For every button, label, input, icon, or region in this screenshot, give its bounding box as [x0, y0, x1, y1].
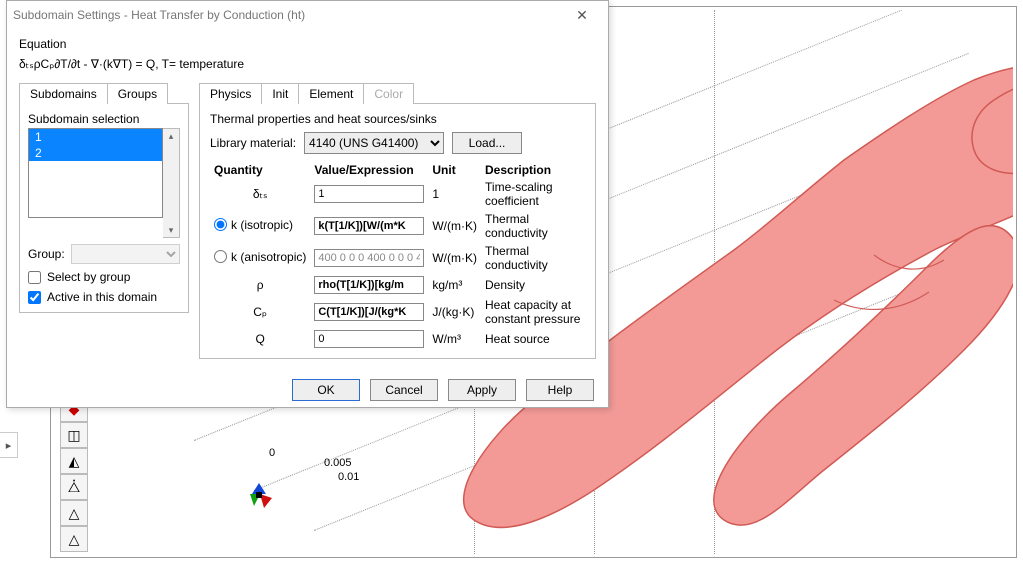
unit-kiso: W/(m·K) [428, 210, 481, 242]
active-in-domain-checkbox[interactable] [28, 291, 41, 304]
group-label: Group: [28, 247, 65, 261]
cancel-button[interactable]: Cancel [370, 379, 438, 401]
q-kiso: k (isotropic) [231, 218, 293, 232]
tab-physics[interactable]: Physics [199, 83, 262, 104]
library-material-select[interactable]: 4140 (UNS G41400) [304, 132, 444, 154]
subdomain-selection-label: Subdomain selection [28, 112, 180, 126]
q-rho: ρ [210, 274, 310, 296]
unit-rho: kg/m³ [428, 274, 481, 296]
desc-rho: Density [481, 274, 585, 296]
unit-Q: W/m³ [428, 328, 481, 350]
col-unit: Unit [428, 162, 481, 178]
left-flyout-icon[interactable]: ▸ [0, 432, 18, 458]
tab-subdomains[interactable]: Subdomains [19, 83, 108, 104]
equation-text: δₜₛρCₚ∂T/∂t - ∇·(k∇T) = Q, T= temperatur… [19, 55, 596, 81]
list-item[interactable]: 2 [29, 145, 162, 161]
library-material-label: Library material: [210, 136, 296, 150]
radio-k-anisotropic[interactable] [214, 250, 227, 263]
tool-triangle2-icon[interactable]: △ [60, 526, 88, 552]
col-value: Value/Expression [310, 162, 428, 178]
unit-dts: 1 [428, 178, 481, 210]
dialog-titlebar[interactable]: Subdomain Settings - Heat Transfer by Co… [7, 1, 608, 29]
active-in-domain-row[interactable]: Active in this domain [28, 290, 180, 304]
properties-description: Thermal properties and heat sources/sink… [210, 112, 585, 126]
val-kaniso[interactable] [314, 249, 424, 267]
tab-element[interactable]: Element [298, 83, 364, 104]
desc-cp: Heat capacity at constant pressure [481, 296, 585, 328]
q-dts: δₜₛ [210, 178, 310, 210]
unit-cp: J/(kg·K) [428, 296, 481, 328]
equation-label: Equation [19, 37, 596, 51]
apply-button[interactable]: Apply [448, 379, 516, 401]
active-in-domain-label: Active in this domain [47, 290, 157, 304]
val-rho[interactable] [314, 276, 424, 294]
val-cp[interactable] [314, 303, 424, 321]
subdomain-settings-dialog: Subdomain Settings - Heat Transfer by Co… [6, 0, 609, 408]
col-quantity: Quantity [210, 162, 310, 178]
load-button[interactable]: Load... [452, 132, 522, 154]
axis-triad-icon [244, 480, 274, 510]
dialog-title: Subdomain Settings - Heat Transfer by Co… [13, 8, 305, 22]
help-button[interactable]: Help [526, 379, 594, 401]
select-by-group-label: Select by group [47, 270, 130, 284]
tab-color: Color [363, 83, 414, 104]
q-cp: Cₚ [210, 296, 310, 328]
tool-flip-icon[interactable]: ◭ [60, 448, 88, 474]
close-icon[interactable]: ✕ [562, 4, 602, 26]
q-Q: Q [210, 328, 310, 350]
group-select[interactable] [71, 244, 180, 264]
axis-ticks: 0 0.005 0.01 [324, 446, 359, 484]
val-Q[interactable] [314, 330, 424, 348]
tool-mirror-icon[interactable]: ⧊ [60, 474, 88, 500]
tool-frame-icon[interactable]: ◫ [60, 422, 88, 448]
subdomain-listbox[interactable]: 1 2 [28, 128, 163, 218]
q-kaniso: k (anisotropic) [231, 250, 306, 264]
desc-kiso: Thermal conductivity [481, 210, 585, 242]
select-by-group-row[interactable]: Select by group [28, 270, 180, 284]
tab-groups[interactable]: Groups [107, 83, 168, 104]
col-description: Description [481, 162, 585, 178]
val-kiso[interactable] [314, 217, 424, 235]
desc-kaniso: Thermal conductivity [481, 242, 585, 274]
list-item[interactable]: 1 [29, 129, 162, 145]
desc-dts: Time-scaling coefficient [481, 178, 585, 210]
radio-k-isotropic[interactable] [214, 218, 227, 231]
tool-triangle-icon[interactable]: △ [60, 500, 88, 526]
listbox-scrollbar[interactable] [163, 128, 180, 238]
tab-init[interactable]: Init [261, 83, 299, 104]
unit-kaniso: W/(m·K) [428, 242, 481, 274]
select-by-group-checkbox[interactable] [28, 271, 41, 284]
desc-Q: Heat source [481, 328, 585, 350]
ok-button[interactable]: OK [292, 379, 360, 401]
val-dts[interactable] [314, 185, 424, 203]
